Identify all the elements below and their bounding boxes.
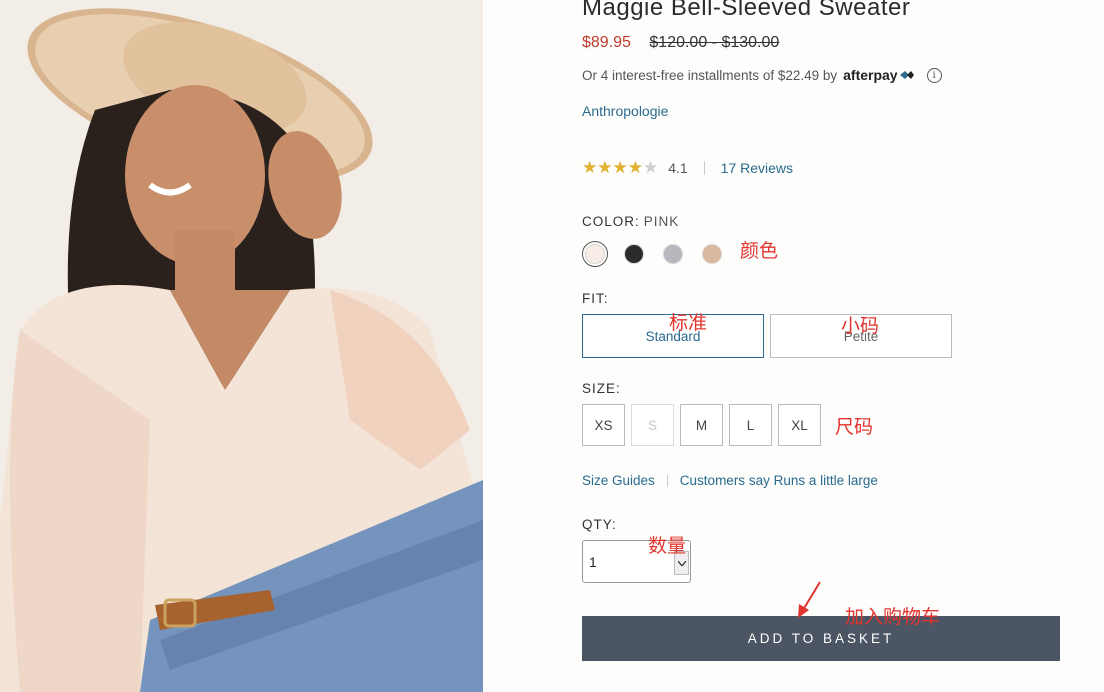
annotation-qty: 数量	[648, 535, 687, 557]
product-image	[0, 0, 483, 692]
afterpay-logo-icon	[899, 71, 914, 79]
divider	[666, 474, 668, 487]
price-row: $89.95 $120.00 - $130.00	[582, 34, 779, 52]
brand-link[interactable]: Anthropologie	[582, 103, 668, 119]
chevron-down-glyph	[677, 560, 686, 566]
divider	[703, 160, 705, 175]
size-guides-row: Size Guides Customers say Runs a little …	[582, 473, 878, 488]
product-image-illustration	[0, 0, 483, 692]
add-to-basket-button[interactable]: ADD TO BASKET	[582, 616, 1060, 661]
sale-price: $89.95	[582, 34, 631, 51]
annotation-standard: 标准	[669, 312, 708, 334]
reviews-link[interactable]: 17 Reviews	[721, 160, 793, 176]
color-swatches	[582, 241, 738, 267]
annotation-size: 尺码	[835, 416, 874, 438]
swatch-grey[interactable]	[660, 241, 686, 267]
rating-value: 4.1	[668, 159, 688, 176]
annotation-add-to-cart: 加入购物车	[845, 606, 941, 628]
color-selected-value: PINK	[643, 214, 680, 229]
qty-value: 1	[589, 554, 597, 570]
fit-label: FIT:	[582, 291, 609, 306]
size-m-button[interactable]: M	[680, 404, 723, 446]
info-icon[interactable]: i	[926, 67, 942, 83]
color-label-text: COLOR:	[582, 214, 640, 229]
annotation-arrow-icon	[798, 581, 821, 618]
product-details: Maggie Bell-Sleeved Sweater $89.95 $120.…	[582, 0, 1082, 692]
swatch-pink[interactable]	[582, 241, 608, 267]
afterpay-text: Or 4 interest-free installments of $22.4…	[582, 67, 838, 83]
size-label: SIZE:	[582, 381, 621, 396]
size-options: XS S M L XL	[582, 404, 827, 446]
swatch-oatmeal[interactable]	[699, 241, 725, 267]
rating-row: ★★★★★ ★★★★★ 4.1 17 Reviews	[582, 159, 793, 176]
star-rating: ★★★★★ ★★★★★	[582, 159, 658, 176]
afterpay-logo: afterpay	[843, 67, 898, 83]
swatch-grey-dot	[663, 244, 683, 264]
swatch-pink-dot	[585, 244, 605, 264]
qty-label: QTY:	[582, 517, 617, 532]
color-label: COLOR: PINK	[582, 214, 679, 229]
size-s-button[interactable]: S	[631, 404, 674, 446]
swatch-black[interactable]	[621, 241, 647, 267]
size-xl-button[interactable]: XL	[778, 404, 821, 446]
original-price: $120.00 - $130.00	[649, 34, 780, 51]
star-rating-filled: ★★★★★	[582, 159, 644, 176]
product-title: Maggie Bell-Sleeved Sweater	[582, 0, 911, 21]
swatch-oatmeal-dot	[702, 244, 722, 264]
swatch-black-dot	[624, 244, 644, 264]
size-xs-button[interactable]: XS	[582, 404, 625, 446]
afterpay-line: Or 4 interest-free installments of $22.4…	[582, 67, 942, 83]
size-l-button[interactable]: L	[729, 404, 772, 446]
fit-feedback-link[interactable]: Customers say Runs a little large	[680, 473, 878, 488]
size-guides-link[interactable]: Size Guides	[582, 473, 655, 488]
annotation-color: 颜色	[740, 240, 779, 262]
annotation-petite: 小码	[841, 315, 880, 337]
